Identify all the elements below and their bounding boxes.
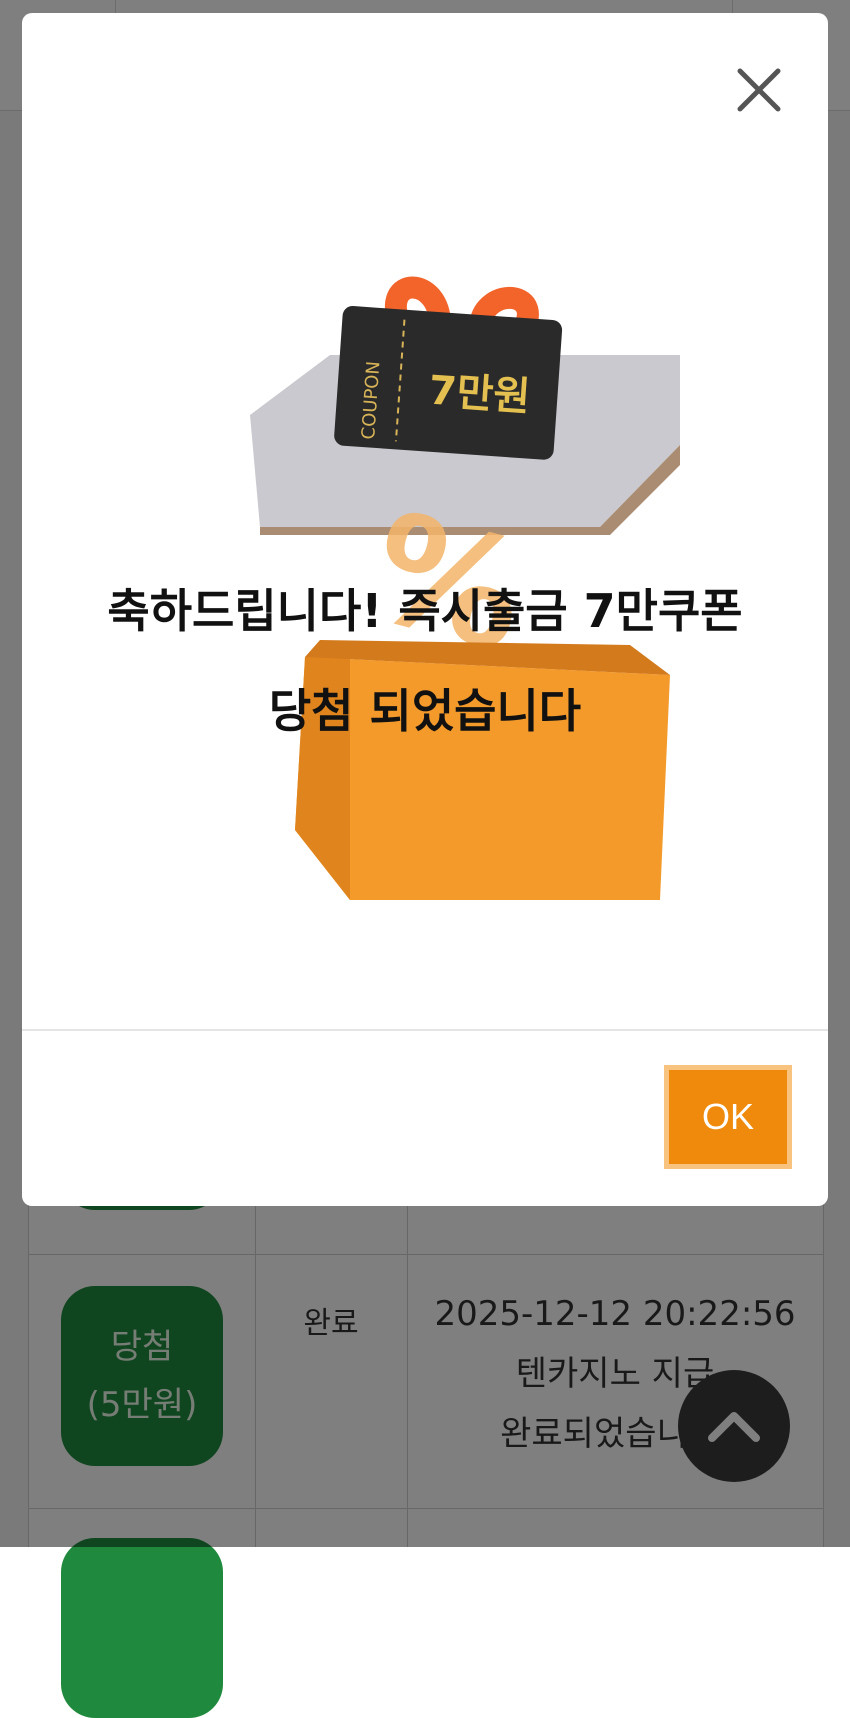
ok-button[interactable]: OK xyxy=(664,1065,792,1169)
coupon-amount: 7만원 xyxy=(427,368,531,421)
congratulation-message: 축하드립니다! 즉시출금 7만쿠폰 당첨 되었습니다 xyxy=(22,561,828,761)
message-line: 당첨 되었습니다 xyxy=(268,684,582,738)
close-icon xyxy=(737,68,781,112)
modal-divider xyxy=(22,1029,828,1031)
congratulations-modal: % COUPON 7만원 축하드립니다! 즉시출금 7만쿠폰 당첨 되었습니다 … xyxy=(22,13,828,1206)
coupon-ticket: COUPON 7만원 xyxy=(334,306,563,460)
result-badge xyxy=(61,1538,223,1718)
close-button[interactable] xyxy=(732,63,786,117)
message-line: 축하드립니다! 즉시출금 7만쿠폰 xyxy=(107,584,743,638)
